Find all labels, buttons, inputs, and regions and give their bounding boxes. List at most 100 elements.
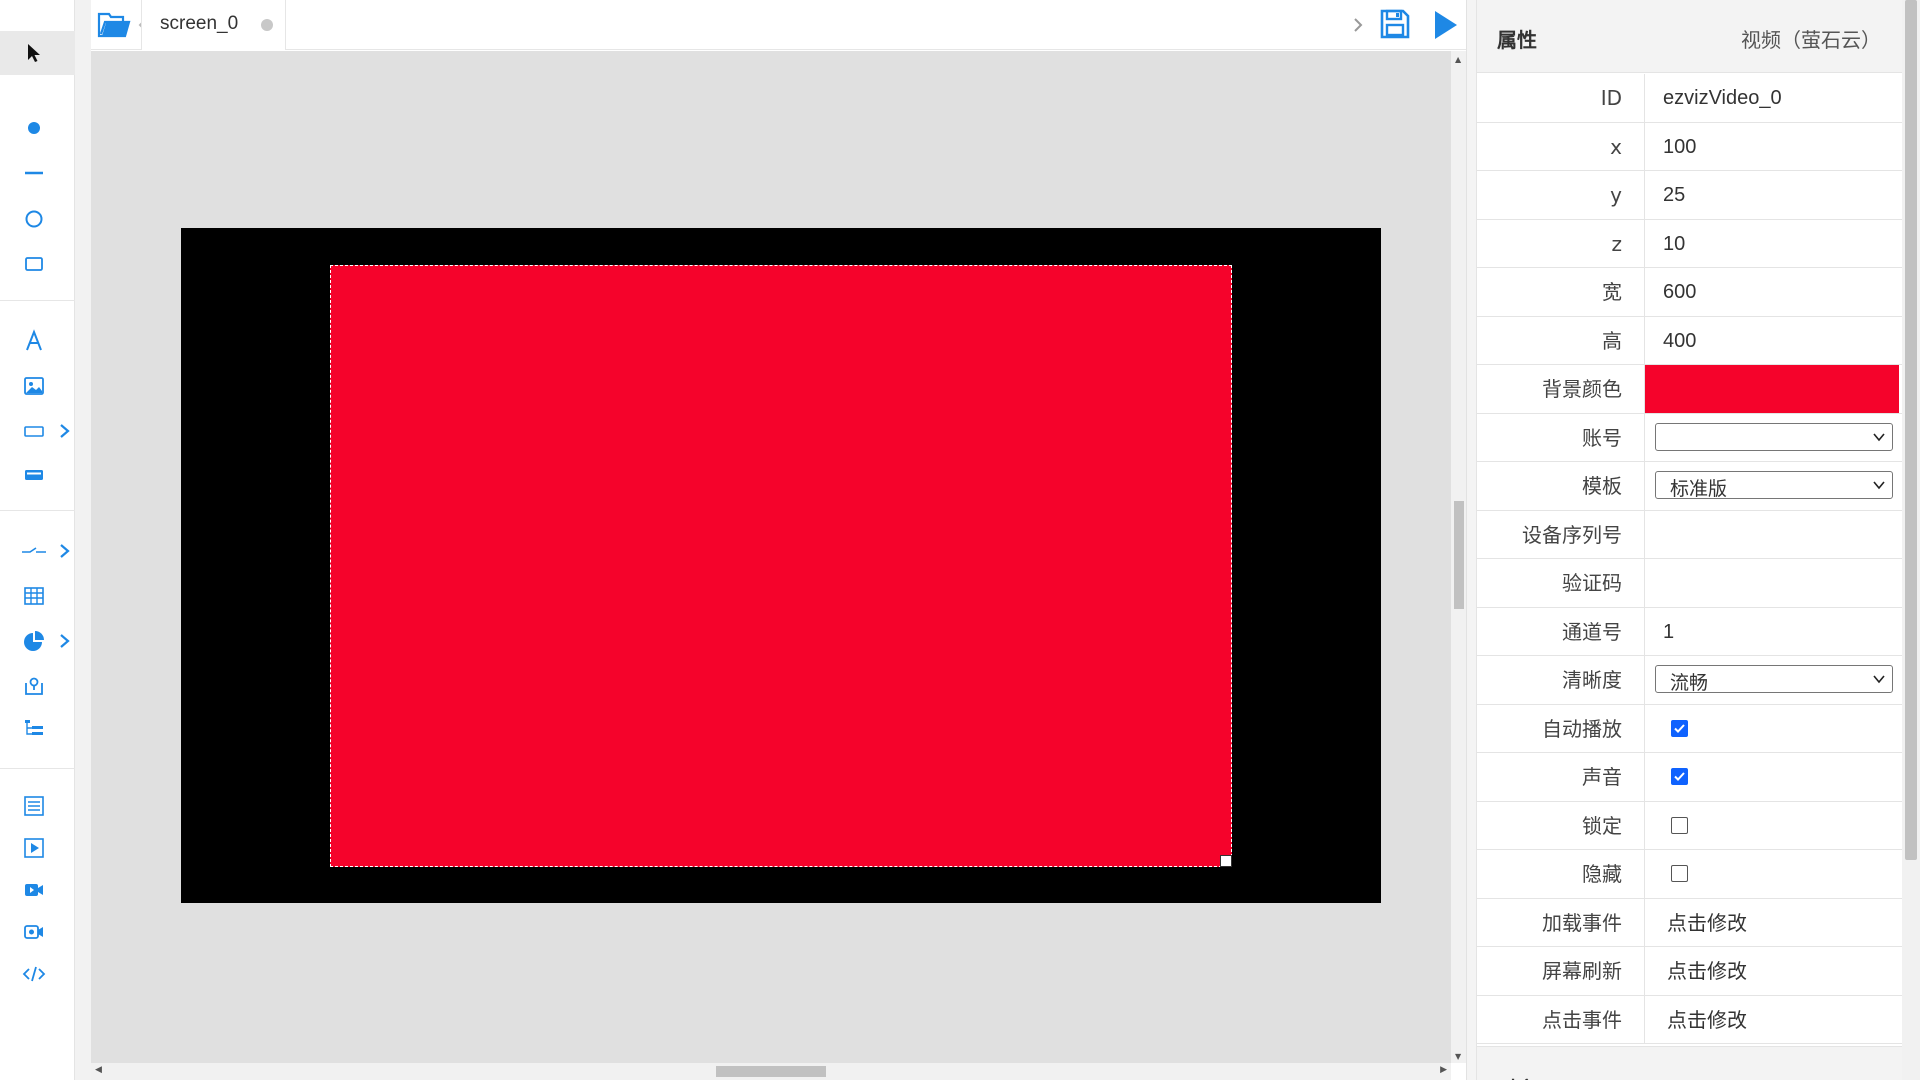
prop-label: 点击事件 bbox=[1477, 995, 1645, 1043]
prop-label: 声音 bbox=[1477, 753, 1645, 801]
x-value[interactable]: 100 bbox=[1663, 123, 1696, 171]
canvas-horizontal-scrollbar[interactable]: ◀ ▶ bbox=[91, 1063, 1451, 1080]
align-section-header[interactable]: 对齐 bbox=[1477, 1046, 1902, 1080]
property-list: ID ezvizVideo_0 x 100 y 25 z 10 宽 600 高 … bbox=[1477, 74, 1902, 1044]
ezviz-video-widget[interactable] bbox=[330, 265, 1232, 867]
prop-row-onclick: 点击事件 点击修改 bbox=[1477, 995, 1902, 1044]
channel-field[interactable]: 1 bbox=[1645, 608, 1902, 656]
height-field[interactable]: 400 bbox=[1645, 317, 1902, 365]
color-swatch[interactable] bbox=[1645, 365, 1899, 413]
autoplay-checkbox[interactable] bbox=[1671, 719, 1688, 737]
tool-pointer[interactable] bbox=[0, 33, 75, 73]
y-field[interactable]: 25 bbox=[1645, 171, 1902, 219]
tool-map[interactable] bbox=[0, 666, 75, 706]
panel-gutter bbox=[1466, 0, 1476, 1080]
scrollbar-thumb[interactable] bbox=[716, 1066, 826, 1077]
edit-onload-link[interactable]: 点击修改 bbox=[1667, 899, 1747, 947]
play-icon[interactable] bbox=[1431, 9, 1459, 41]
lock-checkbox[interactable] bbox=[1671, 816, 1688, 834]
quality-select[interactable]: 流畅 bbox=[1655, 665, 1893, 694]
tool-live-video[interactable] bbox=[0, 870, 75, 910]
hide-checkbox[interactable] bbox=[1671, 865, 1688, 882]
id-value[interactable]: ezvizVideo_0 bbox=[1663, 74, 1782, 122]
prop-row-bg-color: 背景颜色 bbox=[1477, 365, 1902, 414]
resize-handle[interactable] bbox=[1220, 855, 1232, 867]
tool-video[interactable] bbox=[0, 828, 75, 868]
channel-value[interactable]: 1 bbox=[1663, 608, 1674, 656]
prop-label: 账号 bbox=[1477, 413, 1645, 461]
template-select[interactable]: 标准版 bbox=[1655, 471, 1893, 500]
prop-row-account: 账号 bbox=[1477, 413, 1902, 462]
chevron-right-icon bbox=[60, 544, 70, 558]
toolbar-separator bbox=[0, 300, 75, 301]
edit-refresh-link[interactable]: 点击修改 bbox=[1667, 947, 1747, 995]
design-canvas[interactable] bbox=[91, 51, 1451, 1063]
prop-label: 宽 bbox=[1477, 268, 1645, 316]
width-value[interactable]: 600 bbox=[1663, 268, 1696, 316]
tool-table[interactable] bbox=[0, 576, 75, 616]
rect-icon bbox=[25, 257, 43, 271]
scroll-up-icon[interactable]: ▲ bbox=[1455, 55, 1461, 64]
y-value[interactable]: 25 bbox=[1663, 171, 1685, 219]
scroll-left-icon[interactable]: ◀ bbox=[95, 1065, 102, 1075]
height-value[interactable]: 400 bbox=[1663, 317, 1696, 365]
x-field[interactable]: 100 bbox=[1645, 123, 1902, 171]
prop-row-refresh: 屏幕刷新 点击修改 bbox=[1477, 947, 1902, 996]
tool-line[interactable] bbox=[0, 153, 75, 193]
z-field[interactable]: 10 bbox=[1645, 220, 1902, 268]
scroll-down-icon[interactable]: ▼ bbox=[1455, 1052, 1461, 1061]
scrollbar-thumb[interactable] bbox=[1905, 0, 1917, 860]
width-field[interactable]: 600 bbox=[1645, 268, 1902, 316]
prop-label: 验证码 bbox=[1477, 559, 1645, 607]
prop-label: 自动播放 bbox=[1477, 704, 1645, 752]
tool-camera[interactable] bbox=[0, 912, 75, 952]
tool-switch[interactable] bbox=[0, 531, 75, 571]
tool-tree[interactable] bbox=[0, 709, 75, 749]
tool-text[interactable] bbox=[0, 321, 75, 361]
sound-checkbox[interactable] bbox=[1671, 768, 1688, 785]
tab-label: screen_0 bbox=[160, 13, 239, 34]
tool-dot[interactable] bbox=[0, 108, 75, 148]
scroll-right-icon[interactable]: ▶ bbox=[1440, 1065, 1447, 1075]
save-icon[interactable] bbox=[1379, 8, 1411, 40]
tab-screen[interactable]: screen_0 bbox=[141, 0, 286, 50]
prop-label: 锁定 bbox=[1477, 801, 1645, 849]
tool-circle[interactable] bbox=[0, 199, 75, 239]
account-select[interactable] bbox=[1655, 422, 1893, 451]
prop-row-code: 验证码 bbox=[1477, 559, 1902, 608]
tool-chart[interactable] bbox=[0, 621, 75, 661]
folder-open-icon[interactable] bbox=[97, 10, 131, 40]
prop-row-height: 高 400 bbox=[1477, 316, 1902, 365]
edit-onclick-link[interactable]: 点击修改 bbox=[1667, 996, 1747, 1044]
tool-button[interactable] bbox=[0, 455, 75, 495]
prop-label: 加载事件 bbox=[1477, 898, 1645, 946]
id-field[interactable]: ezvizVideo_0 bbox=[1645, 74, 1902, 122]
prop-label: ID bbox=[1477, 74, 1645, 122]
prop-label: x bbox=[1477, 122, 1645, 170]
map-icon bbox=[25, 677, 43, 695]
panel-scrollbar[interactable] bbox=[1902, 0, 1920, 1080]
tool-rect[interactable] bbox=[0, 244, 75, 284]
camera-icon bbox=[24, 925, 43, 939]
tool-code[interactable] bbox=[0, 954, 75, 994]
prop-row-z: z 10 bbox=[1477, 219, 1902, 268]
tool-list[interactable] bbox=[0, 786, 75, 826]
prop-row-y: y 25 bbox=[1477, 171, 1902, 220]
prop-label: 屏幕刷新 bbox=[1477, 947, 1645, 995]
prop-row-autoplay: 自动播放 bbox=[1477, 704, 1902, 753]
screen-area[interactable] bbox=[181, 228, 1381, 903]
tool-image[interactable] bbox=[0, 366, 75, 406]
verify-code-field[interactable] bbox=[1645, 559, 1902, 607]
canvas-vertical-scrollbar[interactable]: ▲ ▼ bbox=[1451, 51, 1466, 1063]
tab-bar: screen_0 bbox=[91, 0, 1466, 50]
scrollbar-thumb[interactable] bbox=[1454, 501, 1464, 609]
chevron-right-icon[interactable] bbox=[1353, 12, 1363, 38]
chevron-right-icon bbox=[60, 634, 70, 648]
text-icon bbox=[26, 329, 42, 351]
tool-input[interactable] bbox=[0, 411, 75, 451]
chevron-down-icon bbox=[1873, 432, 1885, 441]
component-toolbar bbox=[0, 0, 91, 1080]
bg-color-field[interactable] bbox=[1645, 365, 1902, 413]
z-value[interactable]: 10 bbox=[1663, 220, 1685, 268]
serial-field[interactable] bbox=[1645, 511, 1902, 559]
